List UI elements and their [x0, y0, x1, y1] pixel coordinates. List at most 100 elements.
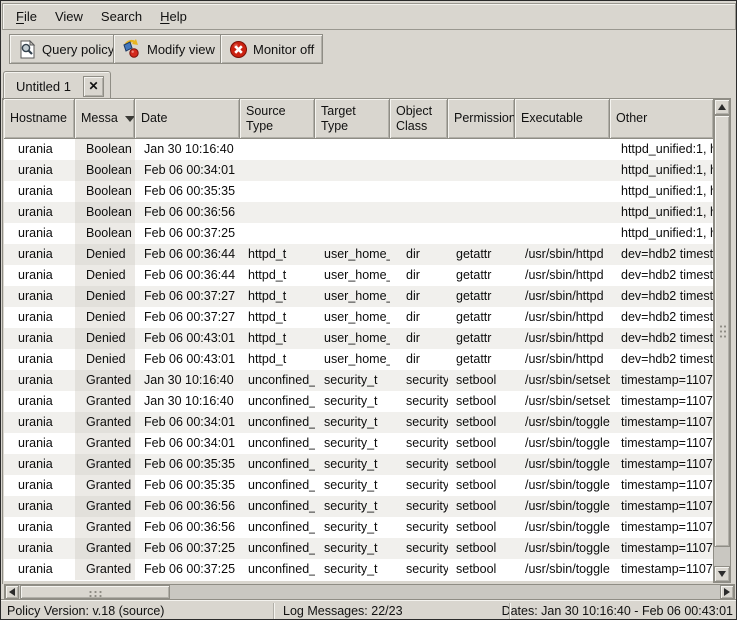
cell-executable: /usr/sbin/httpd: [515, 286, 610, 307]
cell-other: timestamp=11071: [610, 391, 714, 412]
table-row[interactable]: uraniaBooleanFeb 06 00:36:56httpd_unifie…: [4, 202, 714, 223]
cell-object-class: security: [390, 496, 448, 517]
query-policy-button[interactable]: Query policy: [9, 34, 123, 64]
table-row[interactable]: uraniaDeniedFeb 06 00:36:44httpd_tuser_h…: [4, 244, 714, 265]
table-row[interactable]: uraniaGrantedFeb 06 00:37:25unconfined_s…: [4, 559, 714, 580]
cell-permission: getattr: [448, 265, 515, 286]
cell-source-type: httpd_t: [240, 286, 315, 307]
menu-bar: File View SearchHelp: [2, 3, 736, 30]
scroll-left-button[interactable]: [5, 585, 19, 599]
table-row[interactable]: uraniaGrantedJan 30 10:16:40unconfined_s…: [4, 370, 714, 391]
table-row[interactable]: uraniaDeniedFeb 06 00:37:27httpd_tuser_h…: [4, 286, 714, 307]
cell-executable: [515, 223, 610, 244]
cell-object-class: [390, 223, 448, 244]
table-row[interactable]: uraniaDeniedFeb 06 00:43:01httpd_tuser_h…: [4, 328, 714, 349]
cell-executable: [515, 181, 610, 202]
menu-label: elp: [170, 9, 187, 24]
cell-source-type: unconfined_: [240, 517, 315, 538]
cell-date: Feb 06 00:34:01: [135, 433, 240, 454]
monitor-off-button[interactable]: Monitor off: [220, 34, 323, 64]
vertical-scrollbar[interactable]: [713, 98, 731, 583]
menu-file[interactable]: File: [7, 5, 46, 28]
cell-permission: setbool: [448, 538, 515, 559]
column-header-source-type[interactable]: Source Type: [240, 98, 315, 139]
menu-help[interactable]: Help: [151, 5, 196, 28]
table-row[interactable]: uraniaGrantedFeb 06 00:34:01unconfined_s…: [4, 412, 714, 433]
cell-date: Feb 06 00:37:25: [135, 559, 240, 580]
cell-message: Denied: [75, 349, 135, 370]
cell-permission: setbool: [448, 370, 515, 391]
cell-message: Granted: [75, 517, 135, 538]
tab-untitled-1[interactable]: Untitled 1 ✕: [3, 71, 111, 100]
sort-descending-icon: [125, 116, 135, 122]
cell-hostname: urania: [4, 391, 75, 412]
cell-other: timestamp=11076: [610, 517, 714, 538]
scroll-down-button[interactable]: [714, 566, 730, 582]
cell-hostname: urania: [4, 454, 75, 475]
modify-view-button[interactable]: Modify view: [113, 34, 224, 64]
table-row[interactable]: uraniaGrantedFeb 06 00:35:35unconfined_s…: [4, 454, 714, 475]
table-row[interactable]: uraniaGrantedJan 30 10:16:40unconfined_s…: [4, 391, 714, 412]
table-row[interactable]: uraniaGrantedFeb 06 00:37:25unconfined_s…: [4, 538, 714, 559]
table-row[interactable]: uraniaBooleanFeb 06 00:35:35httpd_unifie…: [4, 181, 714, 202]
cell-hostname: urania: [4, 265, 75, 286]
table-row[interactable]: uraniaGrantedFeb 06 00:34:01unconfined_s…: [4, 433, 714, 454]
menu-label: View: [55, 9, 83, 24]
table-row[interactable]: uraniaGrantedFeb 06 00:36:56unconfined_s…: [4, 496, 714, 517]
cell-hostname: urania: [4, 412, 75, 433]
column-header-permission[interactable]: Permission: [448, 98, 515, 139]
scroll-right-button[interactable]: [720, 585, 734, 599]
table-row[interactable]: uraniaGrantedFeb 06 00:35:35unconfined_s…: [4, 475, 714, 496]
column-header-object-class[interactable]: Object Class: [390, 98, 448, 139]
cell-target-type: user_home_: [315, 307, 390, 328]
column-header-hostname[interactable]: Hostname: [4, 98, 75, 139]
table-row[interactable]: uraniaBooleanFeb 06 00:37:25httpd_unifie…: [4, 223, 714, 244]
table-row[interactable]: uraniaDeniedFeb 06 00:37:27httpd_tuser_h…: [4, 307, 714, 328]
cell-source-type: unconfined_: [240, 538, 315, 559]
horizontal-scrollbar[interactable]: [4, 584, 735, 600]
cell-message: Granted: [75, 475, 135, 496]
table-row[interactable]: uraniaDeniedFeb 06 00:43:01httpd_tuser_h…: [4, 349, 714, 370]
cell-executable: /usr/sbin/httpd: [515, 265, 610, 286]
column-header-date[interactable]: Date: [135, 98, 240, 139]
cell-target-type: user_home_: [315, 286, 390, 307]
cell-source-type: unconfined_: [240, 370, 315, 391]
tab-label: Untitled 1: [16, 79, 71, 94]
cell-target-type: security_t: [315, 370, 390, 391]
vertical-scrollbar-thumb[interactable]: [714, 115, 730, 547]
statusbar-divider: [509, 603, 511, 619]
cell-permission: getattr: [448, 286, 515, 307]
tab-close-button[interactable]: ✕: [83, 76, 104, 97]
table-row[interactable]: uraniaGrantedFeb 06 00:36:56unconfined_s…: [4, 517, 714, 538]
cell-other: httpd_unified:1, h: [610, 223, 714, 244]
cell-message: Boolean: [75, 181, 135, 202]
column-header-target-type[interactable]: Target Type: [315, 98, 390, 139]
column-header-message[interactable]: Messa: [75, 98, 135, 139]
cell-permission: [448, 202, 515, 223]
scroll-up-button[interactable]: [714, 99, 730, 115]
cell-executable: /usr/sbin/setseb: [515, 391, 610, 412]
cell-message: Denied: [75, 328, 135, 349]
cell-source-type: httpd_t: [240, 349, 315, 370]
table-row[interactable]: uraniaDeniedFeb 06 00:36:44httpd_tuser_h…: [4, 265, 714, 286]
column-header-executable[interactable]: Executable: [515, 98, 610, 139]
log-table: HostnameMessaDateSource TypeTarget TypeO…: [2, 98, 737, 584]
cell-object-class: [390, 181, 448, 202]
table-row[interactable]: uraniaBooleanJan 30 10:16:40httpd_unifie…: [4, 139, 714, 160]
menu-search[interactable]: Search: [92, 5, 151, 28]
menu-label: ile: [24, 9, 37, 24]
column-header-other[interactable]: Other: [610, 98, 714, 139]
horizontal-scrollbar-thumb[interactable]: [20, 585, 170, 599]
cell-object-class: dir: [390, 328, 448, 349]
cell-message: Granted: [75, 454, 135, 475]
menu-view[interactable]: View: [46, 5, 92, 28]
cell-message: Denied: [75, 286, 135, 307]
cell-object-class: dir: [390, 265, 448, 286]
cell-other: httpd_unified:1, h: [610, 202, 714, 223]
table-row[interactable]: uraniaBooleanFeb 06 00:34:01httpd_unifie…: [4, 160, 714, 181]
cell-executable: /usr/sbin/httpd: [515, 349, 610, 370]
cell-target-type: security_t: [315, 433, 390, 454]
log-messages-status: Log Messages: 22/23: [283, 604, 403, 618]
close-icon: ✕: [88, 79, 98, 93]
cell-hostname: urania: [4, 244, 75, 265]
